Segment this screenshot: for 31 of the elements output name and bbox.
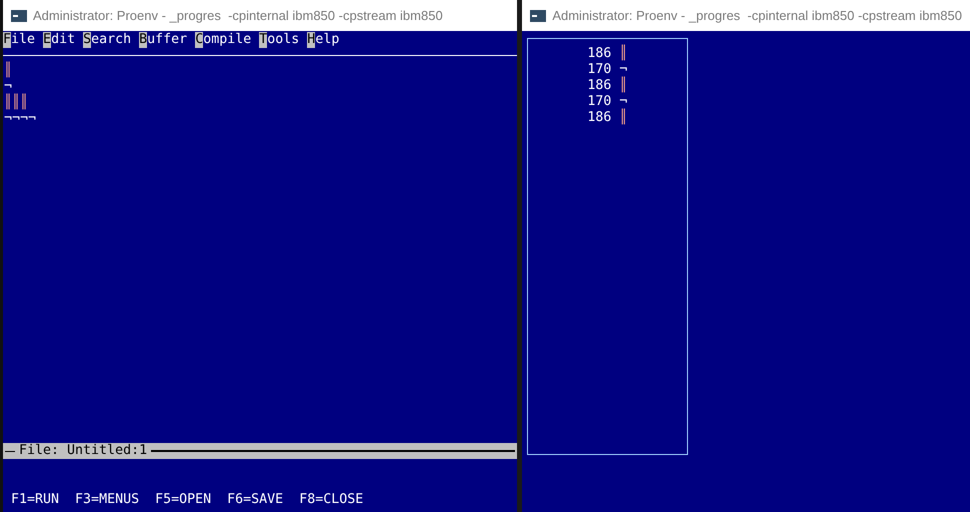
- char-code: 186: [587, 78, 612, 94]
- char-glyph: ║: [619, 110, 628, 126]
- window-title: Administrator: Proenv - _progres -cpinternal ibm850 -cpstream ibm850: [33, 6, 443, 25]
- menu-item[interactable]: Help: [307, 32, 340, 48]
- char-glyph: ¬: [619, 62, 628, 77]
- char-code: 186: [587, 46, 612, 62]
- char-code: 170: [587, 94, 612, 110]
- function-key-hint: F1=RUN: [11, 492, 60, 509]
- char-code: 170: [587, 62, 612, 78]
- terminal-icon: [530, 10, 546, 22]
- menu-item[interactable]: Tools: [259, 32, 300, 48]
- menu-item[interactable]: File: [3, 32, 36, 48]
- char-glyph: ¬: [619, 94, 628, 109]
- char-glyph: ║: [619, 46, 628, 62]
- function-key-hint: F8=CLOSE: [299, 492, 364, 509]
- char-code: 186: [587, 110, 612, 126]
- menu-item[interactable]: Compile: [195, 32, 252, 48]
- char-glyph: ║: [619, 78, 628, 94]
- function-key-hint: F3=MENUS: [75, 492, 140, 509]
- status-text: File: Untitled:1: [18, 443, 148, 459]
- menu-item[interactable]: Edit: [43, 32, 76, 48]
- editor-line: ¬: [4, 79, 12, 94]
- editor-line: ¬¬¬¬: [4, 111, 38, 127]
- function-key-hint: F5=OPEN: [155, 492, 212, 509]
- terminal-icon: [11, 10, 27, 22]
- menu-item[interactable]: Buffer: [139, 32, 188, 48]
- menu-item[interactable]: Search: [83, 32, 132, 48]
- function-key-hint: F6=SAVE: [227, 492, 284, 509]
- editor-line: ║: [4, 63, 14, 79]
- editor-line: ║║║: [4, 95, 30, 111]
- window-title: Administrator: Proenv - _progres -cpinternal ibm850 -cpstream ibm850: [552, 6, 962, 25]
